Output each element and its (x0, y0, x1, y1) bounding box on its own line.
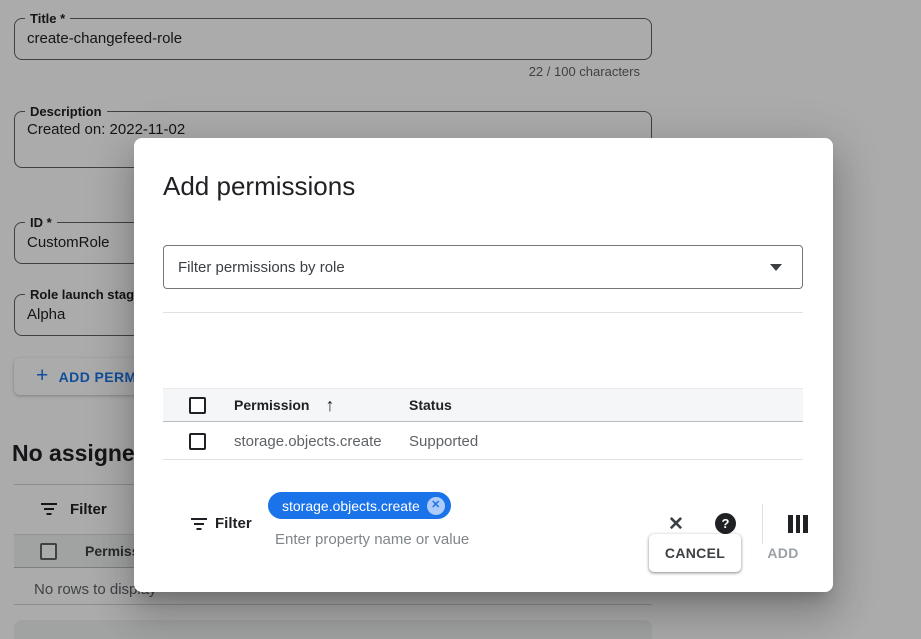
permission-column-header[interactable]: Permission (234, 397, 309, 413)
table-row[interactable]: storage.objects.create Supported (163, 423, 803, 460)
role-filter-select-value: Filter permissions by role (178, 259, 770, 276)
row-checkbox[interactable] (189, 433, 206, 450)
sort-ascending-icon[interactable]: ↑ (325, 395, 334, 416)
help-icon[interactable]: ? (715, 513, 736, 534)
chevron-down-icon (770, 264, 782, 271)
filter-chip-label: storage.objects.create (282, 499, 420, 513)
permission-cell: storage.objects.create (234, 433, 409, 450)
dialog-filter-toolbar: Filter storage.objects.create ✕ Enter pr… (163, 312, 803, 388)
screen: Title * create-changefeed-role 22 / 100 … (0, 0, 921, 639)
status-column-header[interactable]: Status (409, 397, 452, 413)
select-all-checkbox[interactable] (189, 397, 206, 414)
add-permissions-dialog: Add permissions Filter permissions by ro… (134, 138, 833, 592)
filter-chip[interactable]: storage.objects.create ✕ (268, 492, 451, 519)
role-filter-select[interactable]: Filter permissions by role (163, 245, 803, 289)
filter-icon (190, 517, 208, 531)
dialog-title: Add permissions (163, 171, 355, 202)
status-cell: Supported (409, 433, 478, 450)
dialog-filter-label: Filter (215, 515, 252, 532)
columns-icon[interactable] (788, 515, 808, 533)
dialog-filter-input[interactable]: Enter property name or value (275, 531, 469, 548)
cancel-button[interactable]: CANCEL (649, 534, 741, 572)
add-button[interactable]: ADD (752, 534, 814, 572)
chip-remove-icon[interactable]: ✕ (427, 497, 445, 515)
dialog-table-header: Permission ↑ Status (163, 388, 803, 422)
